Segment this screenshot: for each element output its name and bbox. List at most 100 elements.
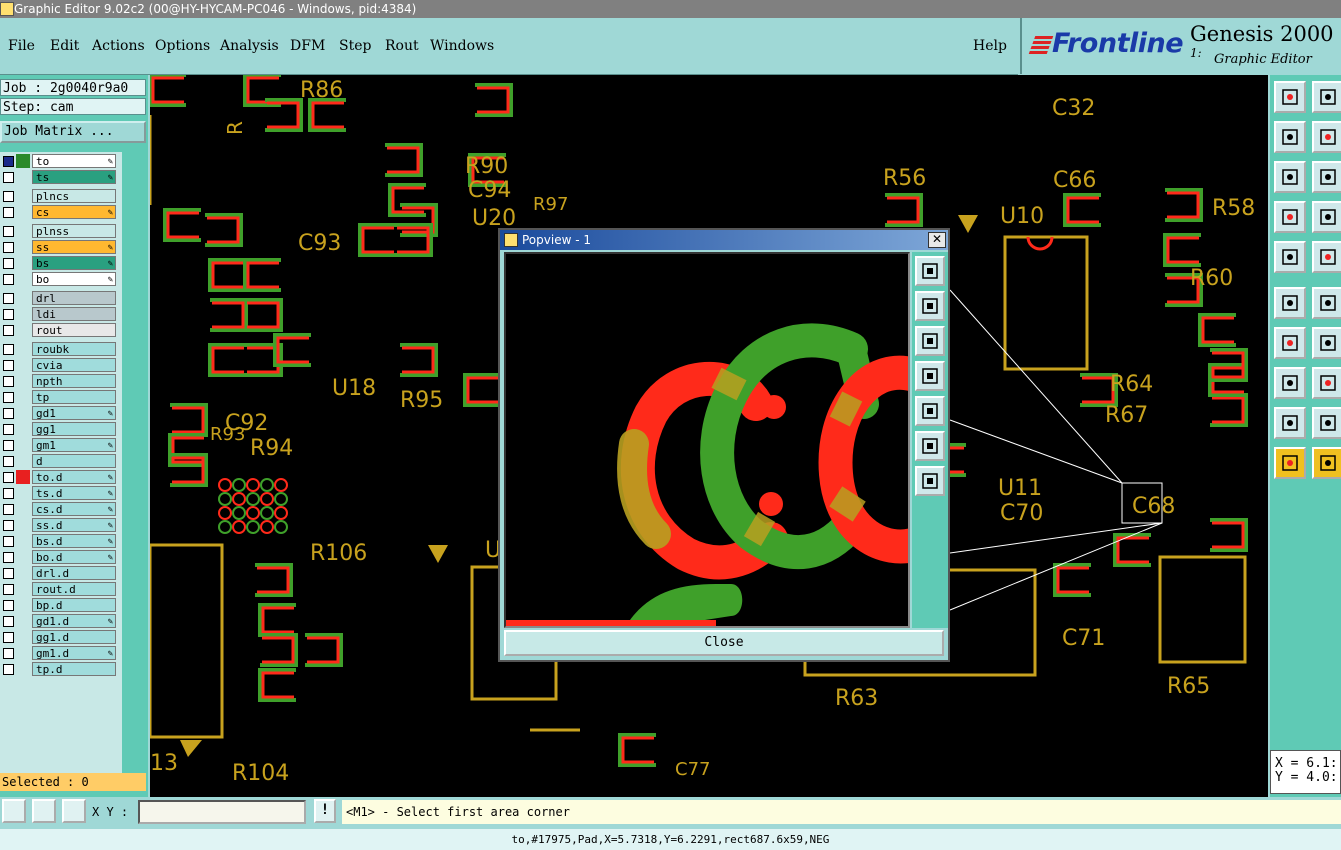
layer-row-ts-d[interactable]: ts.d ✎ [0, 486, 118, 500]
layer-name[interactable]: to ✎ [32, 154, 116, 168]
add-pad-icon[interactable] [1274, 367, 1306, 399]
layer-checkbox[interactable] [3, 172, 14, 183]
popview-fit-icon[interactable] [915, 256, 945, 286]
layer-name[interactable]: cvia [32, 358, 116, 372]
layer-name[interactable]: gm1 ✎ [32, 438, 116, 452]
fit-screen-icon[interactable] [1274, 81, 1306, 113]
menu-file[interactable]: File [8, 38, 35, 54]
cross-icon[interactable] [1312, 287, 1341, 319]
layer-name[interactable]: ss.d ✎ [32, 518, 116, 532]
add-surface-icon[interactable] [1312, 407, 1341, 439]
layer-name[interactable]: bp.d [32, 598, 116, 612]
layer-name[interactable]: bo.d ✎ [32, 550, 116, 564]
layer-row-ss-d[interactable]: ss.d ✎ [0, 518, 118, 532]
layer-color-swatch[interactable] [16, 170, 30, 184]
zoom-area-icon[interactable] [2, 799, 26, 823]
layer-name[interactable]: bs.d ✎ [32, 534, 116, 548]
layer-color-swatch[interactable] [16, 598, 30, 612]
layer-row-plnss[interactable]: plnss [0, 224, 118, 238]
layer-name[interactable]: gg1 [32, 422, 116, 436]
zoom-home-icon[interactable] [1312, 81, 1341, 113]
layer-checkbox[interactable] [3, 488, 14, 499]
layer-name[interactable]: bo ✎ [32, 272, 116, 286]
layer-name[interactable]: gg1.d [32, 630, 116, 644]
route-icon[interactable] [1312, 241, 1341, 273]
net-icon[interactable] [1274, 287, 1306, 319]
menu-help[interactable]: Help [973, 38, 1007, 54]
layer-name[interactable]: drl [32, 291, 116, 305]
layer-name[interactable]: rout [32, 323, 116, 337]
layer-checkbox[interactable] [3, 258, 14, 269]
popview-pan-left-icon[interactable] [915, 361, 945, 391]
layer-color-swatch[interactable] [16, 358, 30, 372]
menu-analysis[interactable]: Analysis [220, 38, 279, 54]
layer-name[interactable]: tp [32, 390, 116, 404]
layer-checkbox[interactable] [3, 191, 14, 202]
layer-color-swatch[interactable] [16, 454, 30, 468]
layer-row-gg1[interactable]: gg1 [0, 422, 118, 436]
layer-row-gg1-d[interactable]: gg1.d [0, 630, 118, 644]
layer-name[interactable]: gd1 ✎ [32, 406, 116, 420]
layer-name[interactable]: npth [32, 374, 116, 388]
layer-color-swatch[interactable] [16, 307, 30, 321]
layer-color-swatch[interactable] [16, 291, 30, 305]
layer-row-to-d[interactable]: to.d ✎ [0, 470, 118, 484]
measure-tool-icon[interactable] [1312, 201, 1341, 233]
popview-pan-right-icon[interactable] [915, 396, 945, 426]
layer-color-swatch[interactable] [16, 662, 30, 676]
job-matrix-button[interactable]: Job Matrix ... [0, 121, 146, 143]
layer-checkbox[interactable] [3, 504, 14, 515]
layer-color-swatch[interactable] [16, 205, 30, 219]
layer-color-swatch[interactable] [16, 342, 30, 356]
layer-color-swatch[interactable] [16, 390, 30, 404]
layer-checkbox[interactable] [3, 472, 14, 483]
layer-color-swatch[interactable] [16, 646, 30, 660]
layer-color-swatch[interactable] [16, 438, 30, 452]
layer-checkbox[interactable] [3, 648, 14, 659]
layer-name[interactable]: ldi [32, 307, 116, 321]
layer-name[interactable]: rout.d [32, 582, 116, 596]
pointer-icon[interactable] [1274, 447, 1306, 479]
popview-viewport[interactable] [504, 252, 910, 628]
layer-checkbox[interactable] [3, 392, 14, 403]
layer-color-swatch[interactable] [16, 502, 30, 516]
layer-name[interactable]: d [32, 454, 116, 468]
layer-row-d[interactable]: d [0, 454, 118, 468]
layer-color-swatch[interactable] [16, 630, 30, 644]
popview-shrink-icon[interactable] [915, 466, 945, 496]
layer-name[interactable]: cs ✎ [32, 205, 116, 219]
layer-name[interactable]: ss ✎ [32, 240, 116, 254]
layer-name[interactable]: tp.d [32, 662, 116, 676]
menu-windows[interactable]: Windows [430, 38, 494, 54]
layer-row-tp-d[interactable]: tp.d [0, 662, 118, 676]
add-arc-icon[interactable] [1312, 327, 1341, 359]
layer-row-cvia[interactable]: cvia [0, 358, 118, 372]
layer-row-bo-d[interactable]: bo.d ✎ [0, 550, 118, 564]
menu-rout[interactable]: Rout [385, 38, 419, 54]
exclamation-button[interactable]: ! [314, 799, 336, 823]
layer-checkbox[interactable] [3, 242, 14, 253]
layer-checkbox[interactable] [3, 536, 14, 547]
layer-color-swatch[interactable] [16, 256, 30, 270]
menu-actions[interactable]: Actions [92, 38, 145, 54]
layer-checkbox[interactable] [3, 274, 14, 285]
layer-row-ss[interactable]: ss ✎ [0, 240, 118, 254]
popview-close-x-button[interactable]: ✕ [928, 232, 946, 248]
layer-checkbox[interactable] [3, 376, 14, 387]
layer-name[interactable]: ts ✎ [32, 170, 116, 184]
layer-name[interactable]: roubk [32, 342, 116, 356]
layer-color-swatch[interactable] [16, 406, 30, 420]
layer-name[interactable]: to.d ✎ [32, 470, 116, 484]
add-line-icon[interactable] [1274, 327, 1306, 359]
menu-dfm[interactable]: DFM [290, 38, 325, 54]
layer-checkbox[interactable] [3, 664, 14, 675]
layer-checkbox[interactable] [3, 344, 14, 355]
layer-row-bp-d[interactable]: bp.d [0, 598, 118, 612]
layer-checkbox[interactable] [3, 568, 14, 579]
layer-color-swatch[interactable] [16, 374, 30, 388]
layer-row-rout[interactable]: rout [0, 323, 118, 337]
layer-name[interactable]: drl.d [32, 566, 116, 580]
layer-name[interactable]: bs ✎ [32, 256, 116, 270]
cut-line-icon[interactable] [1312, 367, 1341, 399]
popview-zoom-out-icon[interactable] [915, 326, 945, 356]
